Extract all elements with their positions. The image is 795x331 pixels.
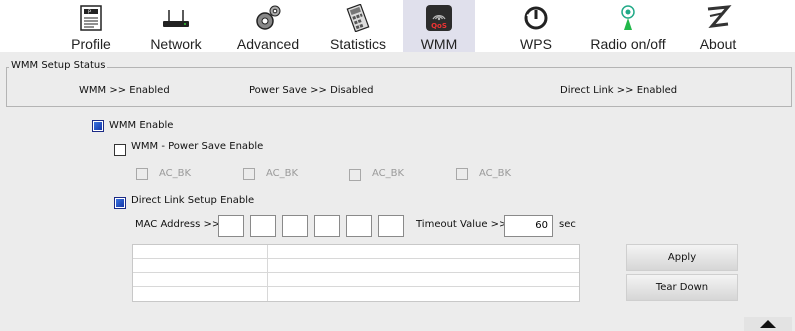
power-save-status-text: Power Save >> Disabled: [249, 85, 374, 96]
ac-bk-label-2: AC_BK: [266, 168, 299, 179]
ac-bk-label-1: AC_BK: [159, 168, 192, 179]
wmm-setup-status-legend: WMM Setup Status: [9, 60, 108, 71]
triangle-up-icon: [760, 320, 776, 328]
tab-about[interactable]: About: [688, 0, 748, 52]
tab-profile[interactable]: P Profile: [55, 0, 127, 52]
tab-wps-label: WPS: [520, 36, 552, 52]
dls-enable-label: Direct Link Setup Enable: [131, 195, 255, 206]
tab-profile-label: Profile: [71, 36, 111, 52]
tab-about-label: About: [699, 36, 737, 52]
ac-bk-checkbox-4[interactable]: [456, 168, 468, 180]
wmm-content-panel: WMM Setup Status WMM >> Enabled Power Sa…: [0, 52, 795, 331]
tear-down-button[interactable]: Tear Down: [626, 274, 738, 301]
direct-link-status-text: Direct Link >> Enabled: [560, 85, 678, 96]
power-save-enable-label: WMM - Power Save Enable: [131, 141, 264, 152]
radio-antenna-icon: [613, 3, 643, 33]
tab-radio-label: Radio on/off: [590, 36, 666, 52]
ac-bk-checkbox-3[interactable]: [349, 169, 361, 181]
dls-table-row-divider: [133, 258, 579, 259]
mac-octet-6-input[interactable]: [378, 215, 404, 237]
tab-statistics[interactable]: Statistics: [322, 0, 394, 52]
apply-button[interactable]: Apply: [626, 244, 738, 271]
ac-bk-label-4: AC_BK: [479, 168, 512, 179]
dls-table-row-divider: [133, 272, 579, 273]
mac-octet-3-input[interactable]: [282, 215, 308, 237]
tab-radio-on-off[interactable]: Radio on/off: [580, 0, 676, 52]
tab-network[interactable]: Network: [140, 0, 212, 52]
timeout-value-label: Timeout Value >>: [416, 219, 508, 230]
tab-wmm[interactable]: QoS WMM: [403, 0, 475, 52]
statistics-icon: [343, 3, 373, 33]
timeout-unit-label: sec: [559, 219, 576, 230]
dls-link-table[interactable]: [132, 244, 580, 302]
mac-octet-5-input[interactable]: [346, 215, 372, 237]
wmm-enable-checkbox[interactable]: [92, 120, 104, 132]
ac-bk-label-3: AC_BK: [372, 168, 405, 179]
dls-enable-checkbox[interactable]: [114, 197, 126, 209]
mac-address-label: MAC Address >>: [135, 219, 221, 230]
advanced-gear-icon: [253, 3, 283, 33]
dls-table-column-divider: [267, 245, 268, 301]
dls-table-row-divider: [133, 286, 579, 287]
tab-advanced-label: Advanced: [236, 36, 300, 52]
about-logo-icon: [703, 3, 733, 33]
qos-badge-text: QoS: [431, 22, 447, 30]
power-save-enable-checkbox[interactable]: [114, 144, 126, 156]
wmm-status-text: WMM >> Enabled: [79, 85, 170, 96]
wmm-enable-label: WMM Enable: [109, 120, 174, 131]
scroll-up-button[interactable]: [744, 317, 792, 331]
top-toolbar: P Profile Network Advanced Statistics Qo…: [0, 0, 795, 52]
qos-icon: QoS: [424, 3, 454, 33]
mac-octet-4-input[interactable]: [314, 215, 340, 237]
svg-text:P: P: [88, 10, 91, 16]
tab-wps[interactable]: WPS: [500, 0, 572, 52]
ac-bk-checkbox-2[interactable]: [243, 168, 255, 180]
network-icon: [161, 3, 191, 33]
mac-octet-1-input[interactable]: [218, 215, 244, 237]
ac-bk-checkbox-1[interactable]: [136, 168, 148, 180]
mac-octet-2-input[interactable]: [250, 215, 276, 237]
profile-icon: P: [76, 3, 106, 33]
tab-network-label: Network: [150, 36, 202, 52]
tab-advanced[interactable]: Advanced: [229, 0, 307, 52]
tab-wmm-label: WMM: [420, 36, 458, 52]
timeout-value-input[interactable]: 60: [504, 215, 553, 237]
wps-icon: [521, 3, 551, 33]
tab-statistics-label: Statistics: [329, 36, 386, 52]
